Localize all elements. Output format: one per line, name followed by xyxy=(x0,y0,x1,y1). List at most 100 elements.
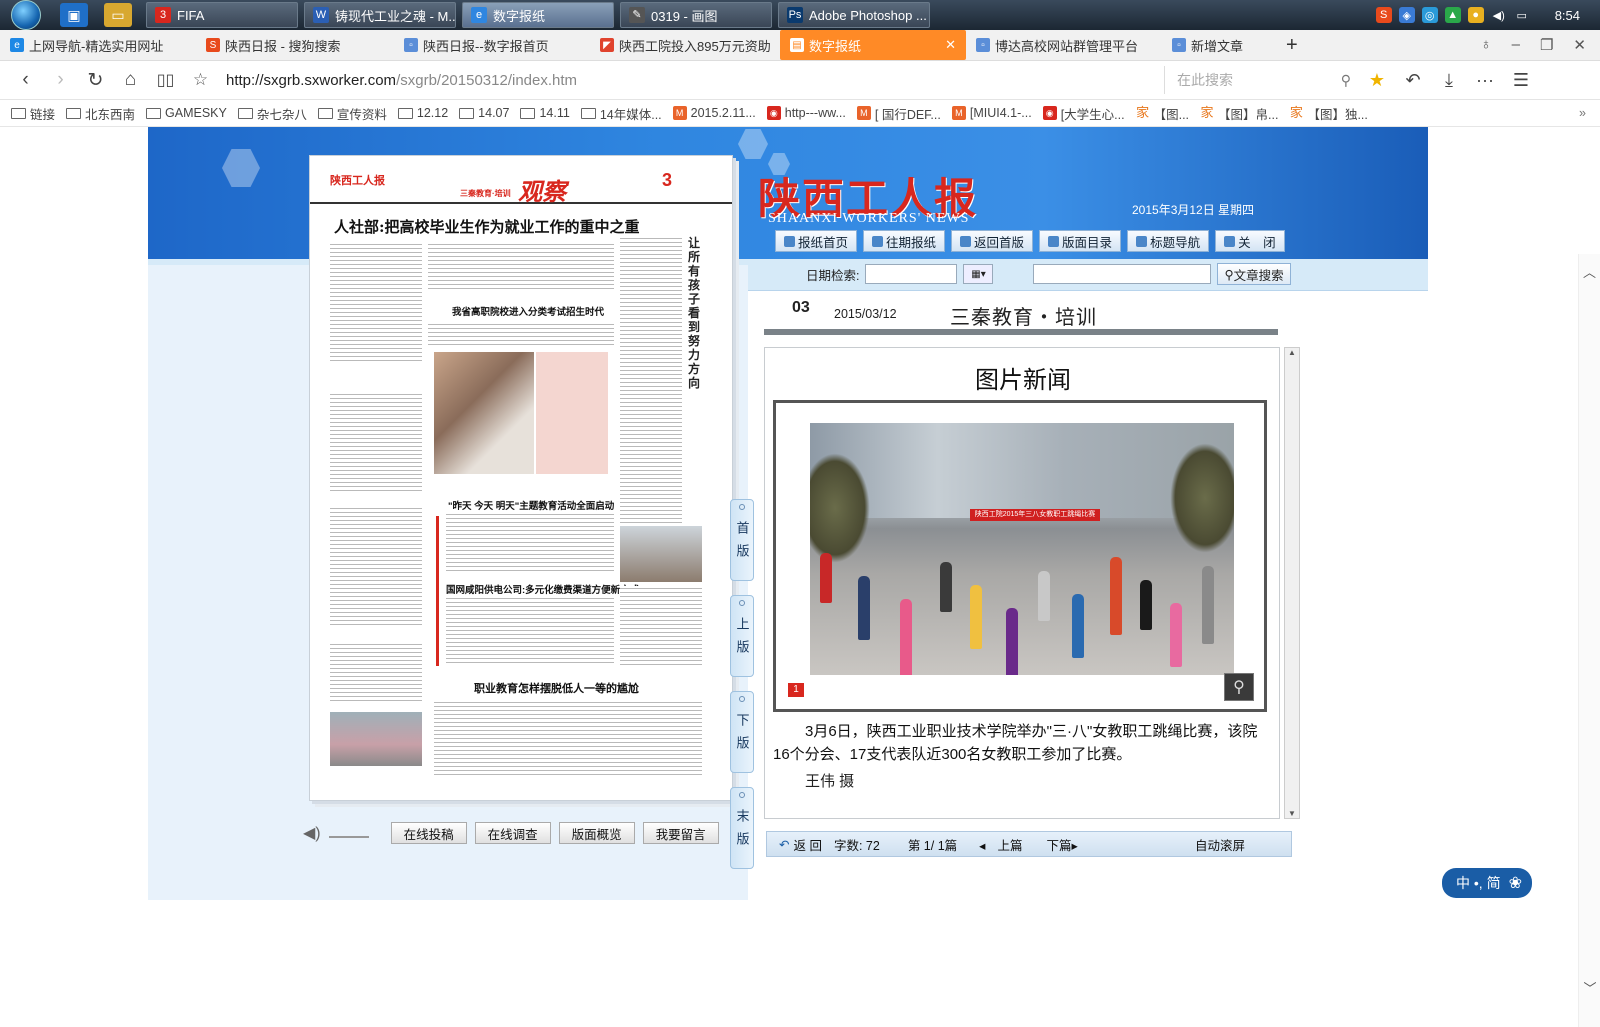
calendar-dropdown-icon[interactable]: ▦▾ xyxy=(963,264,994,284)
newspaper-page-thumbnail[interactable]: 陕西工人报 三秦教育·培训 观察 3 人社部:把高校毕业生作为就业工作的重中之重… xyxy=(309,155,733,801)
bookmark-item[interactable]: M 2015.2.11... xyxy=(672,106,756,120)
browser-tab[interactable]: ▫ 博达高校网站群管理平台 xyxy=(966,30,1162,60)
back-link[interactable]: 返 回 xyxy=(793,835,821,854)
tab-close-icon[interactable]: ✕ xyxy=(945,37,956,53)
reader-mode-icon[interactable]: ▯▯ xyxy=(148,70,183,90)
nav-button[interactable]: 关 闭 xyxy=(1215,230,1285,252)
browser-tab[interactable]: ▫ 新增文章 xyxy=(1162,30,1272,60)
nav-button[interactable]: 标题导航 xyxy=(1127,230,1210,252)
zoom-magnifier-icon[interactable]: ⚲ xyxy=(1224,673,1254,701)
browser-tab[interactable]: ◤ 陕西工院投入895万元资助 xyxy=(590,30,780,60)
bookmark-item[interactable]: ◉ [大学生心... xyxy=(1042,104,1125,123)
bookmark-item[interactable]: M [MIUI4.1-... xyxy=(951,106,1032,120)
nav-button[interactable]: 往期报纸 xyxy=(863,230,946,252)
bookmark-item[interactable]: 14.07 xyxy=(459,106,509,120)
photo-index-badge[interactable]: 1 xyxy=(788,683,804,697)
qq-tray-icon[interactable]: ● xyxy=(1467,7,1484,23)
bookmark-item[interactable]: 杂七杂八 xyxy=(237,104,307,123)
url-field[interactable]: http://sxgrb.sxworker.com/sxgrb/20150312… xyxy=(226,72,1164,89)
bookmark-item[interactable]: 14年媒体... xyxy=(580,104,662,123)
display-tray-icon[interactable]: ▭ xyxy=(1514,7,1530,23)
bookmark-item[interactable]: 家【图】帛... xyxy=(1200,104,1278,123)
browser-tab[interactable]: S 陕西日报 - 搜狗搜索 xyxy=(196,30,394,60)
minimize-icon[interactable]: – xyxy=(1512,36,1520,54)
side-tab[interactable]: 上版 xyxy=(730,595,754,677)
show-desktop-icon[interactable]: ▣ xyxy=(60,3,88,27)
start-button[interactable] xyxy=(0,0,52,30)
tab-hole-icon xyxy=(739,504,745,510)
bookmark-item[interactable]: M[ 国行DEF... xyxy=(856,104,941,123)
taskbar-item[interactable]: Ps Adobe Photoshop ... xyxy=(778,2,930,28)
bookmark-item[interactable]: 12.12 xyxy=(397,106,448,120)
system-clock[interactable]: 8:54 xyxy=(1555,8,1580,23)
explorer-folder-icon[interactable]: ▭ xyxy=(104,3,132,27)
page-scroll-down-icon[interactable]: ﹀ xyxy=(1579,978,1600,997)
bookmark-item[interactable]: 北东西南 xyxy=(66,104,135,123)
more-dots-icon[interactable]: ··· xyxy=(1467,70,1503,91)
favorites-star-icon[interactable]: ★ xyxy=(1359,70,1395,91)
bookmark-item[interactable]: ◉ http---ww... xyxy=(766,106,846,120)
bottom-button[interactable]: 我要留言 xyxy=(642,822,719,844)
upload-tray-icon[interactable]: ▲ xyxy=(1444,7,1461,23)
undo-close-icon[interactable]: ↶ xyxy=(1395,70,1431,91)
side-tab[interactable]: 首版 xyxy=(730,499,754,581)
bottom-button[interactable]: 在线调查 xyxy=(474,822,551,844)
user-icon[interactable]: ♁ xyxy=(1480,36,1491,54)
menu-hamburger-icon[interactable]: ☰ xyxy=(1503,70,1539,91)
close-window-icon[interactable]: ✕ xyxy=(1573,36,1586,54)
bookmarks-overflow-icon[interactable]: » xyxy=(1579,106,1586,120)
bookmark-item[interactable]: 14.11 xyxy=(520,106,570,120)
prev-article-link[interactable]: ◂ 上篇 xyxy=(979,835,1022,854)
back-curve-icon[interactable]: ↶ xyxy=(779,837,789,852)
refresh-icon[interactable]: ↻ xyxy=(78,69,113,92)
restore-icon[interactable]: ❐ xyxy=(1540,36,1553,54)
article-search-button[interactable]: ⚲ 文章搜索 xyxy=(1217,263,1291,285)
bookmark-item[interactable]: 家【图】独... xyxy=(1289,104,1368,123)
sogou-tray-icon[interactable]: S xyxy=(1375,7,1392,23)
browser-tab[interactable]: e 上网导航-精选实用网址 xyxy=(0,30,196,60)
shield-tray-icon[interactable]: ◈ xyxy=(1398,7,1415,23)
article-scrollbar[interactable]: ▲ ▼ xyxy=(1284,347,1300,819)
scroll-down-icon[interactable]: ▼ xyxy=(1285,809,1299,818)
taskbar-item[interactable]: ✎ 0319 - 画图 xyxy=(620,2,772,28)
forward-arrow-icon[interactable]: › xyxy=(43,69,78,91)
home-icon[interactable]: ⌂ xyxy=(113,69,148,91)
bookmark-item[interactable]: GAMESKY xyxy=(146,106,227,120)
article-search-input[interactable] xyxy=(1033,264,1212,284)
network-tray-icon[interactable]: ◎ xyxy=(1421,7,1438,23)
taskbar-item[interactable]: 3 FIFA xyxy=(146,2,298,28)
date-input[interactable] xyxy=(865,264,958,284)
download-icon[interactable]: ⤓ xyxy=(1431,70,1467,91)
speaker-icon[interactable]: ◀) xyxy=(303,823,321,843)
taskbar-item[interactable]: e 数字报纸 xyxy=(462,2,614,28)
back-arrow-icon[interactable]: ‹ xyxy=(8,69,43,91)
bookmark-item[interactable]: 宣传资料 xyxy=(317,104,387,123)
bookmark-label: 【图... xyxy=(1153,107,1190,122)
volume-tray-icon[interactable]: ◀) xyxy=(1491,7,1507,23)
page-scrollbar[interactable]: ︿ ﹀ xyxy=(1578,254,1600,1027)
nav-button[interactable]: 版面目录 xyxy=(1039,230,1122,252)
browser-tab[interactable]: ▫ 陕西日报--数字报首页 xyxy=(394,30,590,60)
bottom-button[interactable]: 在线投稿 xyxy=(390,822,467,844)
nav-button[interactable]: 报纸首页 xyxy=(775,230,858,252)
bookmark-item[interactable]: 链接 xyxy=(11,104,55,123)
new-tab-plus-icon[interactable]: + xyxy=(1286,34,1298,57)
folder-icon xyxy=(580,107,596,119)
bookmark-star-icon[interactable]: ☆ xyxy=(183,70,218,90)
autoscroll-button[interactable]: 自动滚屏 xyxy=(1195,835,1245,854)
volume-bars-icon[interactable] xyxy=(328,828,369,838)
side-tab[interactable]: 下版 xyxy=(730,691,754,773)
ime-indicator[interactable]: 中 •, 简 ❀ xyxy=(1442,868,1532,898)
search-magnifier-icon[interactable]: ⚲ xyxy=(1341,72,1351,89)
news-photo[interactable]: 陕西工院2015年三八女教职工跳绳比赛 xyxy=(810,423,1234,675)
scroll-up-icon[interactable]: ▲ xyxy=(1285,348,1299,357)
nav-button[interactable]: 返回首版 xyxy=(951,230,1034,252)
next-article-link[interactable]: 下篇▸ xyxy=(1034,835,1077,854)
browser-tab[interactable]: ▤ 数字报纸 ✕ xyxy=(780,30,966,60)
side-tab[interactable]: 末版 xyxy=(730,787,754,869)
bookmark-item[interactable]: 家【图... xyxy=(1135,104,1190,123)
taskbar-item[interactable]: W 铸现代工业之魂 - M... xyxy=(304,2,456,28)
search-box[interactable]: 在此搜索 ⚲ xyxy=(1164,66,1359,94)
bottom-button[interactable]: 版面概览 xyxy=(558,822,635,844)
page-scroll-up-icon[interactable]: ︿ xyxy=(1579,262,1600,281)
